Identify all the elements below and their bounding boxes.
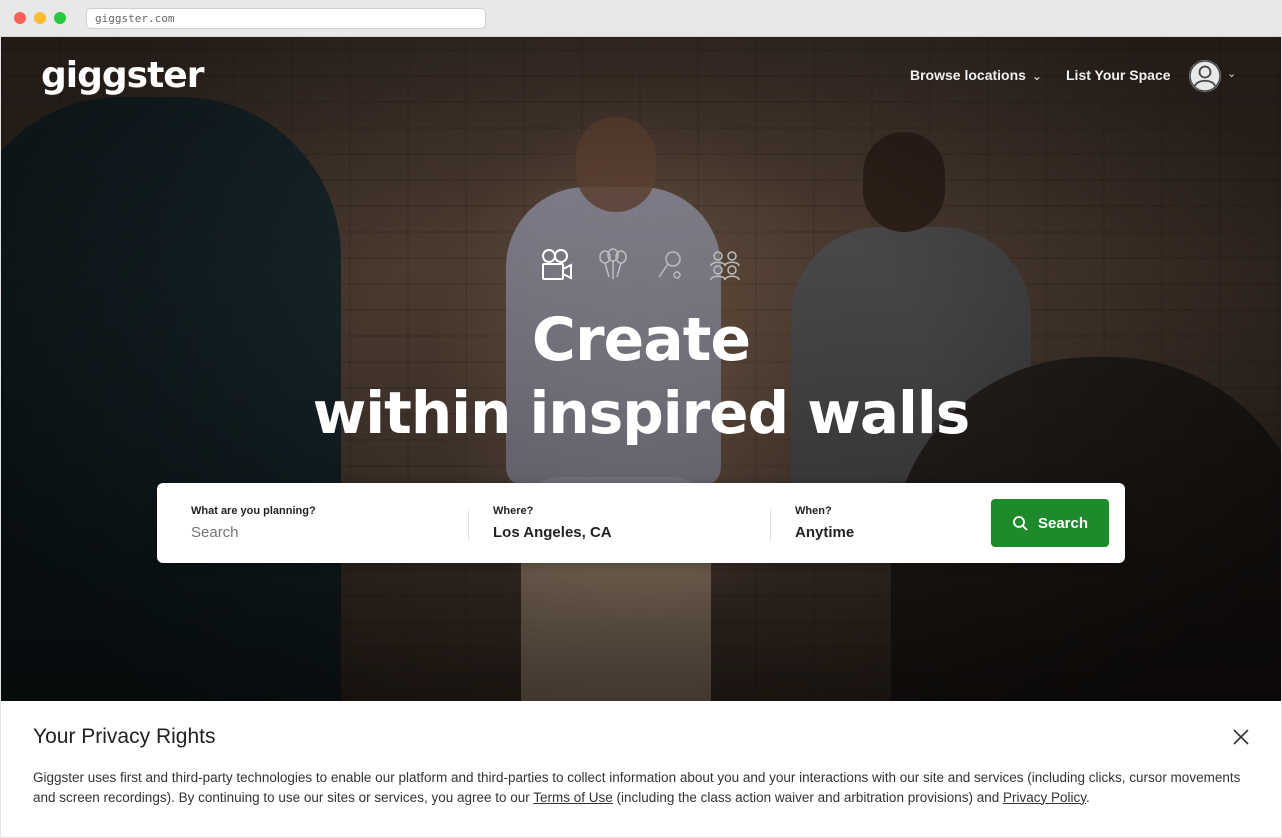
when-label: When? (795, 505, 832, 517)
hero-section: giggster Browse locations ⌄ List Your Spa… (1, 37, 1281, 701)
privacy-banner: Your Privacy Rights Giggster uses first … (1, 701, 1281, 837)
what-label: What are you planning? (191, 505, 316, 517)
maximize-window-button[interactable] (54, 12, 66, 24)
search-button-label: Search (1037, 514, 1089, 532)
search-bar: What are you planning? Where? Los Angele… (157, 483, 1125, 563)
headline-line-1: Create (531, 305, 751, 375)
close-window-button[interactable] (14, 12, 26, 24)
browse-locations-label: Browse locations (910, 67, 1026, 83)
giggster-logo[interactable]: giggster (41, 55, 204, 96)
address-bar[interactable]: giggster.com (86, 8, 486, 29)
terms-of-use-link[interactable]: Terms of Use (533, 790, 613, 805)
user-circle-icon[interactable] (1188, 59, 1222, 93)
divider (468, 509, 469, 541)
privacy-text-part: (including the class action waiver and a… (612, 789, 1003, 805)
where-label: Where? (493, 505, 534, 517)
hero-headline: Create within inspired walls (1, 302, 1281, 448)
minimize-window-button[interactable] (34, 12, 46, 24)
chevron-down-icon[interactable]: ⌄ (1227, 67, 1236, 80)
balloons-icon[interactable] (595, 247, 631, 283)
close-icon[interactable] (1229, 725, 1253, 749)
video-camera-icon[interactable] (539, 247, 575, 283)
search-button[interactable]: Search (991, 499, 1109, 547)
what-field[interactable]: What are you planning? (191, 483, 461, 563)
where-field[interactable]: Where? Los Angeles, CA (493, 483, 763, 563)
when-value[interactable]: Anytime (795, 524, 975, 541)
where-value[interactable]: Los Angeles, CA (493, 524, 763, 541)
divider (770, 509, 771, 541)
list-your-space-link[interactable]: List Your Space (1066, 67, 1171, 83)
chevron-down-icon: ⌄ (1031, 69, 1042, 83)
privacy-text: Giggster uses first and third-party tech… (33, 768, 1248, 807)
people-group-icon[interactable] (707, 247, 743, 283)
privacy-title: Your Privacy Rights (33, 725, 216, 748)
browse-locations-menu[interactable]: Browse locations ⌄ (910, 67, 1042, 83)
search-icon (1013, 516, 1028, 531)
page: giggster Browse locations ⌄ List Your Spa… (1, 37, 1281, 837)
microphone-icon[interactable] (653, 247, 689, 283)
privacy-policy-link[interactable]: Privacy Policy (1003, 790, 1086, 805)
browser-chrome: giggster.com (0, 0, 1282, 37)
privacy-text-part: . (1086, 789, 1090, 805)
search-input[interactable] (191, 524, 441, 541)
headline-line-2: within inspired walls (312, 379, 971, 447)
when-field[interactable]: When? Anytime (795, 483, 975, 563)
